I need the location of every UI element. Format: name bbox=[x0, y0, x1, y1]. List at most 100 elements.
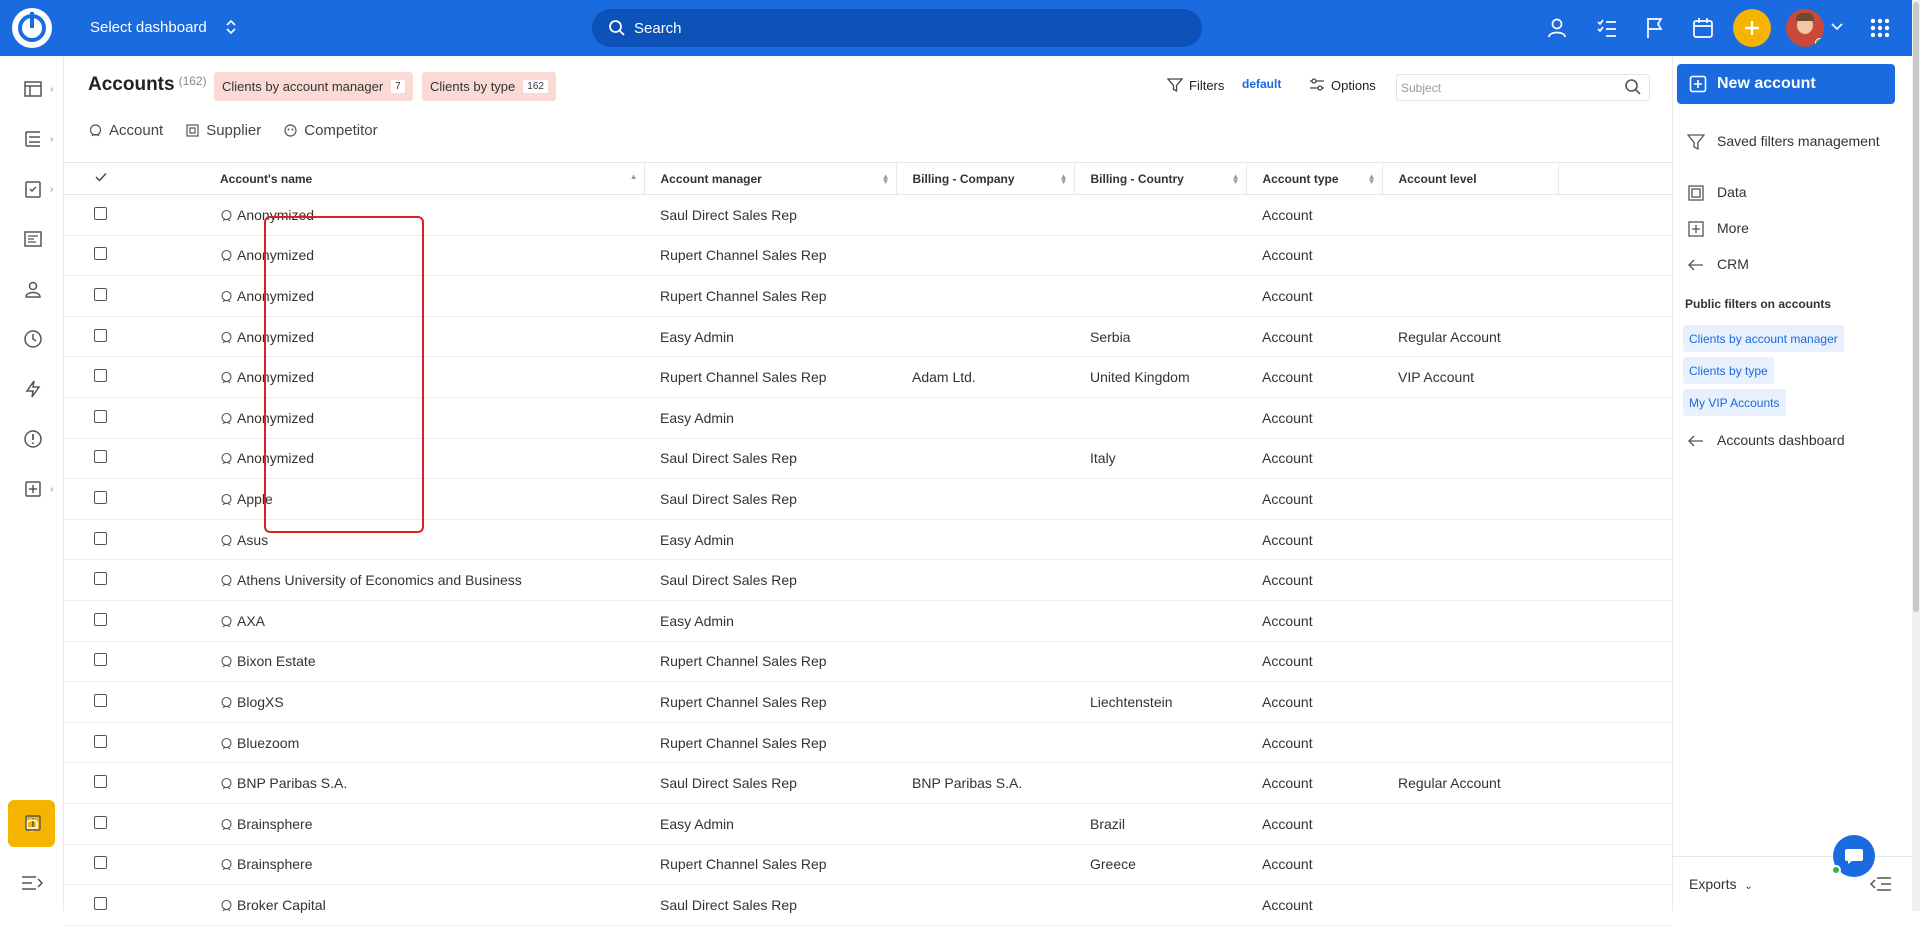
chevron-right-icon[interactable]: › bbox=[50, 134, 53, 145]
table-row[interactable]: BlogXS Rupert Channel Sales Rep Liechtenst… bbox=[64, 681, 1672, 723]
user-icon[interactable] bbox=[1545, 16, 1569, 40]
row-checkbox[interactable] bbox=[94, 653, 107, 667]
row-checkbox[interactable] bbox=[94, 896, 107, 910]
cell-account-name[interactable]: Anonymized bbox=[206, 356, 644, 398]
account-name-link[interactable]: BlogXS bbox=[237, 694, 284, 710]
cell-account-name[interactable]: Anonymized bbox=[206, 316, 644, 358]
account-name-link[interactable]: Apple bbox=[237, 491, 273, 507]
account-name-link[interactable]: Anonymized bbox=[237, 288, 314, 304]
table-row[interactable]: Anonymized Rupert Channel Sales Rep Accoun… bbox=[64, 275, 1672, 317]
add-module-icon[interactable] bbox=[22, 478, 44, 500]
column-header-name[interactable]: Account's name ▲ bbox=[206, 162, 645, 195]
cell-account-name[interactable]: Bluezoom bbox=[206, 722, 644, 764]
current-filter-link[interactable]: default bbox=[1242, 77, 1281, 91]
info-icon[interactable] bbox=[22, 812, 44, 834]
table-row[interactable]: BNP Paribas S.A. Saul Direct Sales Rep BNP… bbox=[64, 762, 1672, 804]
row-checkbox[interactable] bbox=[94, 490, 107, 504]
chevron-down-icon[interactable] bbox=[1830, 20, 1844, 34]
row-checkbox[interactable] bbox=[94, 734, 107, 748]
row-checkbox[interactable] bbox=[94, 775, 107, 789]
column-header-account-type[interactable]: Account type ▲ ▼ bbox=[1246, 162, 1383, 195]
table-row[interactable]: Brainsphere Rupert Channel Sales Rep Greec… bbox=[64, 844, 1672, 886]
row-checkbox[interactable] bbox=[94, 328, 107, 342]
account-name-link[interactable]: Anonymized bbox=[237, 369, 314, 385]
dashboard-selector[interactable]: Select dashboard bbox=[90, 18, 237, 36]
column-header-billing-company[interactable]: Billing - Company ▲ ▼ bbox=[896, 162, 1075, 195]
contacts-icon[interactable] bbox=[22, 278, 44, 300]
data-link[interactable]: Data bbox=[1687, 184, 1747, 202]
cell-account-name[interactable]: Athens University of Economics and Busin… bbox=[206, 559, 644, 601]
row-checkbox[interactable] bbox=[94, 450, 107, 464]
clock-icon[interactable] bbox=[22, 328, 44, 350]
calendar-icon[interactable] bbox=[1691, 16, 1715, 40]
table-row[interactable]: Brainsphere Easy Admin Brazil Account bbox=[64, 803, 1672, 845]
account-name-link[interactable]: Brainsphere bbox=[237, 816, 313, 832]
cell-account-name[interactable]: Asus bbox=[206, 519, 644, 561]
account-name-link[interactable]: Anonymized bbox=[237, 410, 314, 426]
flag-icon[interactable] bbox=[1643, 16, 1667, 40]
table-row[interactable]: Bluezoom Rupert Channel Sales Rep Account bbox=[64, 722, 1672, 764]
column-header-account-level[interactable]: Account level bbox=[1382, 162, 1559, 195]
row-checkbox[interactable] bbox=[94, 409, 107, 423]
chevron-right-icon[interactable]: › bbox=[50, 184, 53, 195]
column-header-manager[interactable]: Account manager ▲ ▼ bbox=[644, 162, 897, 195]
cell-account-name[interactable]: Apple bbox=[206, 478, 644, 520]
account-name-link[interactable]: Anonymized bbox=[237, 450, 314, 466]
table-row[interactable]: Anonymized Saul Direct Sales Rep Italy Acco… bbox=[64, 438, 1672, 480]
account-name-link[interactable]: AXA bbox=[237, 613, 265, 629]
page-scrollbar[interactable] bbox=[1912, 0, 1920, 911]
collapse-menu-icon[interactable] bbox=[20, 872, 44, 894]
account-name-link[interactable]: Anonymized bbox=[237, 207, 314, 223]
clipboard-icon[interactable] bbox=[22, 178, 44, 200]
row-checkbox[interactable] bbox=[94, 815, 107, 829]
cell-account-name[interactable]: Brainsphere bbox=[206, 803, 644, 845]
apps-grid-icon[interactable] bbox=[1868, 16, 1892, 40]
table-row[interactable]: Broker Capital Saul Direct Sales Rep Accou… bbox=[64, 884, 1672, 926]
row-checkbox[interactable] bbox=[94, 247, 107, 261]
table-row[interactable]: Apple Saul Direct Sales Rep Account bbox=[64, 478, 1672, 520]
filters-button[interactable]: Filters bbox=[1167, 77, 1224, 93]
account-name-link[interactable]: Bixon Estate bbox=[237, 653, 316, 669]
chevron-right-icon[interactable]: › bbox=[50, 84, 53, 95]
user-avatar[interactable] bbox=[1786, 9, 1824, 47]
account-name-link[interactable]: Anonymized bbox=[237, 329, 314, 345]
row-checkbox[interactable] bbox=[94, 612, 107, 626]
cell-account-name[interactable]: Anonymized bbox=[206, 438, 644, 480]
public-filter-account-manager[interactable]: Clients by account manager bbox=[1683, 325, 1844, 352]
row-checkbox[interactable] bbox=[94, 531, 107, 545]
tab-competitor[interactable]: Competitor bbox=[283, 122, 378, 139]
cell-account-name[interactable]: Anonymized bbox=[206, 194, 644, 236]
select-all-cell[interactable] bbox=[64, 162, 206, 195]
table-row[interactable]: Asus Easy Admin Account bbox=[64, 519, 1672, 561]
projects-icon[interactable] bbox=[22, 128, 44, 150]
account-name-link[interactable]: Brainsphere bbox=[237, 856, 313, 872]
cell-account-name[interactable]: Anonymized bbox=[206, 275, 644, 317]
row-checkbox[interactable] bbox=[94, 693, 107, 707]
row-checkbox[interactable] bbox=[94, 206, 107, 220]
table-row[interactable]: Anonymized Rupert Channel Sales Rep Adam L… bbox=[64, 356, 1672, 398]
tab-account[interactable]: Account bbox=[88, 122, 163, 139]
public-filter-vip[interactable]: My VIP Accounts bbox=[1683, 389, 1786, 416]
column-header-billing-country[interactable]: Billing - Country ▲ ▼ bbox=[1074, 162, 1247, 195]
table-row[interactable]: Anonymized Easy Admin Serbia Account Regular… bbox=[64, 316, 1672, 358]
table-row[interactable]: AXA Easy Admin Account bbox=[64, 600, 1672, 642]
crm-link[interactable]: CRM bbox=[1687, 256, 1749, 274]
chevron-right-icon[interactable]: › bbox=[50, 484, 53, 495]
table-row[interactable]: Anonymized Easy Admin Account bbox=[64, 397, 1672, 439]
account-name-link[interactable]: Asus bbox=[237, 532, 268, 548]
account-name-link[interactable]: Bluezoom bbox=[237, 735, 299, 751]
table-row[interactable]: Anonymized Saul Direct Sales Rep Account bbox=[64, 194, 1672, 236]
board-icon[interactable] bbox=[22, 228, 44, 250]
cell-account-name[interactable]: BlogXS bbox=[206, 681, 644, 723]
app-logo[interactable] bbox=[12, 8, 52, 48]
options-button[interactable]: Options bbox=[1309, 77, 1376, 93]
table-row[interactable]: Bixon Estate Rupert Channel Sales Rep Acco… bbox=[64, 641, 1672, 683]
quick-add-button[interactable] bbox=[1733, 9, 1771, 47]
account-name-link[interactable]: BNP Paribas S.A. bbox=[237, 775, 347, 791]
table-row[interactable]: Anonymized Rupert Channel Sales Rep Accoun… bbox=[64, 235, 1672, 277]
public-filter-type[interactable]: Clients by type bbox=[1683, 357, 1774, 384]
filter-chip-account-manager[interactable]: Clients by account manager 7 bbox=[214, 72, 413, 101]
row-checkbox[interactable] bbox=[94, 369, 107, 383]
more-link[interactable]: More bbox=[1687, 220, 1749, 238]
alert-icon[interactable] bbox=[22, 428, 44, 450]
